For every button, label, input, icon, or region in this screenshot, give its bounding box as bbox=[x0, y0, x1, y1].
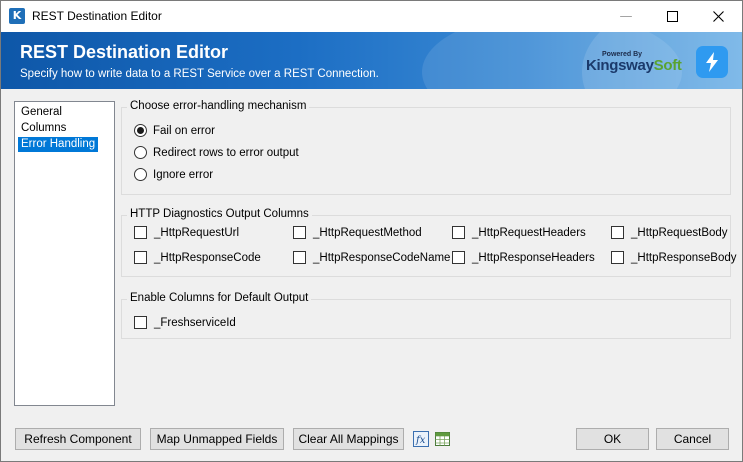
checkbox-label: _HttpRequestHeaders bbox=[472, 226, 586, 239]
editor-window: K REST Destination Editor — REST Destina… bbox=[0, 0, 743, 462]
svg-text:fx: fx bbox=[415, 435, 426, 446]
radio-label: Ignore error bbox=[153, 168, 214, 181]
diagnostics-group-label: HTTP Diagnostics Output Columns bbox=[127, 208, 312, 220]
kingswaysoft-logo: Powered By KingswaySoft bbox=[584, 51, 682, 81]
nav-item-error-handling[interactable]: Error Handling bbox=[18, 137, 99, 152]
checkbox[interactable] bbox=[134, 226, 147, 239]
check-http-request-headers[interactable]: _HttpRequestHeaders bbox=[452, 226, 586, 239]
checkbox-label: _HttpResponseCode bbox=[154, 251, 261, 264]
checkbox[interactable] bbox=[134, 251, 147, 264]
checkbox-label: _HttpResponseBody bbox=[631, 251, 737, 264]
banner-title: REST Destination Editor bbox=[20, 42, 229, 62]
app-icon: K bbox=[9, 8, 25, 24]
check-http-response-code[interactable]: _HttpResponseCode bbox=[134, 251, 261, 264]
banner-subtitle: Specify how to write data to a REST Serv… bbox=[20, 68, 379, 80]
checkbox[interactable] bbox=[293, 226, 306, 239]
header-banner: REST Destination Editor Specify how to w… bbox=[1, 32, 742, 89]
radio-ignore-error[interactable]: Ignore error bbox=[134, 168, 213, 181]
check-http-response-body[interactable]: _HttpResponseBody bbox=[611, 251, 736, 264]
check-http-request-body[interactable]: _HttpRequestBody bbox=[611, 226, 728, 239]
maximize-icon[interactable] bbox=[649, 1, 695, 32]
minimize-icon[interactable]: — bbox=[603, 1, 649, 32]
checkbox-label: _HttpRequestUrl bbox=[154, 226, 240, 239]
radio-button[interactable] bbox=[134, 146, 147, 159]
nav-item-general[interactable]: General bbox=[18, 105, 65, 120]
spreadsheet-icon[interactable] bbox=[434, 430, 451, 447]
check-http-response-headers[interactable]: _HttpResponseHeaders bbox=[452, 251, 595, 264]
page-nav-list: General Columns Error Handling bbox=[14, 101, 115, 406]
refresh-component-button[interactable]: Refresh Component bbox=[15, 428, 141, 450]
clear-all-mappings-button[interactable]: Clear All Mappings bbox=[293, 428, 404, 450]
checkbox[interactable] bbox=[293, 251, 306, 264]
title-bar: K REST Destination Editor — bbox=[1, 1, 742, 32]
checkbox-label: _HttpResponseHeaders bbox=[472, 251, 595, 264]
radio-redirect-rows[interactable]: Redirect rows to error output bbox=[134, 146, 299, 159]
checkbox-label: _HttpRequestMethod bbox=[313, 226, 422, 239]
radio-label: Fail on error bbox=[153, 124, 215, 137]
checkbox-label: _FreshserviceId bbox=[154, 316, 236, 329]
error-handling-group: Choose error-handling mechanism Fail on … bbox=[121, 100, 731, 195]
checkbox[interactable] bbox=[452, 251, 465, 264]
check-freshservice-id[interactable]: _FreshserviceId bbox=[134, 316, 236, 329]
check-http-request-url[interactable]: _HttpRequestUrl bbox=[134, 226, 239, 239]
checkbox[interactable] bbox=[611, 251, 624, 264]
default-output-group-label: Enable Columns for Default Output bbox=[127, 292, 312, 304]
checkbox[interactable] bbox=[452, 226, 465, 239]
error-handling-group-label: Choose error-handling mechanism bbox=[127, 100, 310, 112]
radio-button[interactable] bbox=[134, 168, 147, 181]
radio-button[interactable] bbox=[134, 124, 147, 137]
window-title: REST Destination Editor bbox=[32, 9, 162, 23]
checkbox[interactable] bbox=[134, 316, 147, 329]
radio-fail-on-error[interactable]: Fail on error bbox=[134, 124, 215, 137]
nav-item-columns[interactable]: Columns bbox=[18, 121, 69, 136]
ok-button[interactable]: OK bbox=[576, 428, 649, 450]
brand-name: KingswaySoft bbox=[586, 57, 682, 74]
lightning-bolt-icon bbox=[696, 46, 728, 78]
cancel-button[interactable]: Cancel bbox=[656, 428, 729, 450]
diagnostics-group: HTTP Diagnostics Output Columns _HttpReq… bbox=[121, 208, 736, 277]
checkbox-label: _HttpResponseCodeName bbox=[313, 251, 451, 264]
close-icon[interactable] bbox=[695, 1, 741, 32]
checkbox[interactable] bbox=[611, 226, 624, 239]
check-http-request-method[interactable]: _HttpRequestMethod bbox=[293, 226, 422, 239]
check-http-response-code-name[interactable]: _HttpResponseCodeName bbox=[293, 251, 450, 264]
default-output-group: Enable Columns for Default Output _Fresh… bbox=[121, 292, 731, 339]
map-unmapped-fields-button[interactable]: Map Unmapped Fields bbox=[150, 428, 284, 450]
checkbox-label: _HttpRequestBody bbox=[631, 226, 728, 239]
radio-label: Redirect rows to error output bbox=[153, 146, 299, 159]
fx-expression-icon[interactable]: fx bbox=[412, 430, 429, 447]
